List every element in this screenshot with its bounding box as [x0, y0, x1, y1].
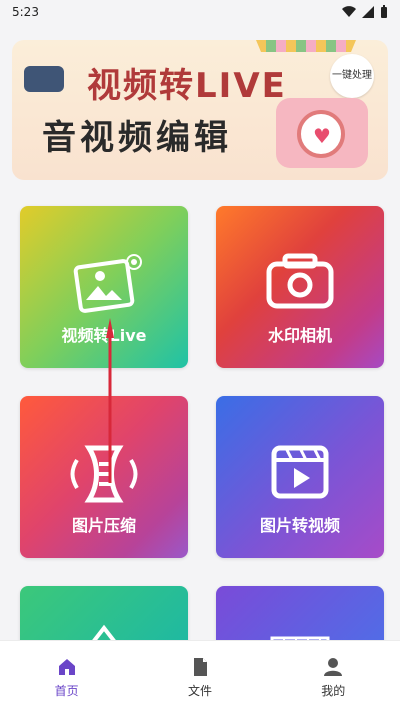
status-icons: [342, 5, 388, 19]
heart-icon: ♥: [313, 124, 331, 148]
battery-icon: [381, 5, 387, 18]
video-clapper-icon: [271, 445, 329, 499]
tile-watermark-camera[interactable]: 水印相机: [216, 206, 384, 368]
tile-label: 水印相机: [267, 326, 332, 345]
nav-profile[interactable]: 我的: [283, 656, 383, 699]
tile-label: 视频转Live: [61, 326, 147, 345]
tile-label: 图片压缩: [71, 516, 136, 535]
photo-gallery-icon: [73, 254, 142, 313]
signal-icon: [362, 6, 374, 18]
profile-icon: [324, 657, 343, 676]
tile-image-to-video[interactable]: 图片转视频: [216, 396, 384, 558]
status-time: 5:23: [12, 5, 39, 19]
bunting-decoration: [256, 40, 356, 52]
status-bar: 5:23: [0, 0, 400, 24]
banner-title-line1: 视频转LIVE: [87, 66, 287, 106]
camera-illustration: ♥: [276, 98, 368, 168]
tile-image-compress[interactable]: 图片压缩: [20, 396, 188, 558]
bottom-navigation: 首页 文件 我的: [0, 640, 400, 713]
nav-home-label: 首页: [54, 683, 79, 698]
home-icon: [58, 658, 75, 675]
camera-icon: [266, 253, 334, 309]
one-click-badge: 一键处理: [330, 54, 374, 98]
camera-lens: ♥: [297, 110, 345, 158]
tile-video-to-live[interactable]: 视频转Live: [20, 206, 188, 368]
nav-profile-label: 我的: [321, 683, 346, 698]
compress-icon: [70, 445, 138, 503]
file-icon: [193, 657, 207, 676]
nav-files[interactable]: 文件: [150, 656, 250, 699]
annotation-arrow: [106, 318, 114, 483]
banner-title-line2: 音视频编辑: [42, 118, 232, 158]
camcorder-illustration: [24, 66, 64, 92]
tile-label: 图片转视频: [259, 516, 340, 535]
promo-banner[interactable]: 视频转LIVE 音视频编辑 一键处理 ♥: [12, 40, 388, 180]
wifi-icon: [342, 6, 356, 18]
nav-files-label: 文件: [187, 683, 212, 698]
nav-home[interactable]: 首页: [17, 656, 117, 699]
